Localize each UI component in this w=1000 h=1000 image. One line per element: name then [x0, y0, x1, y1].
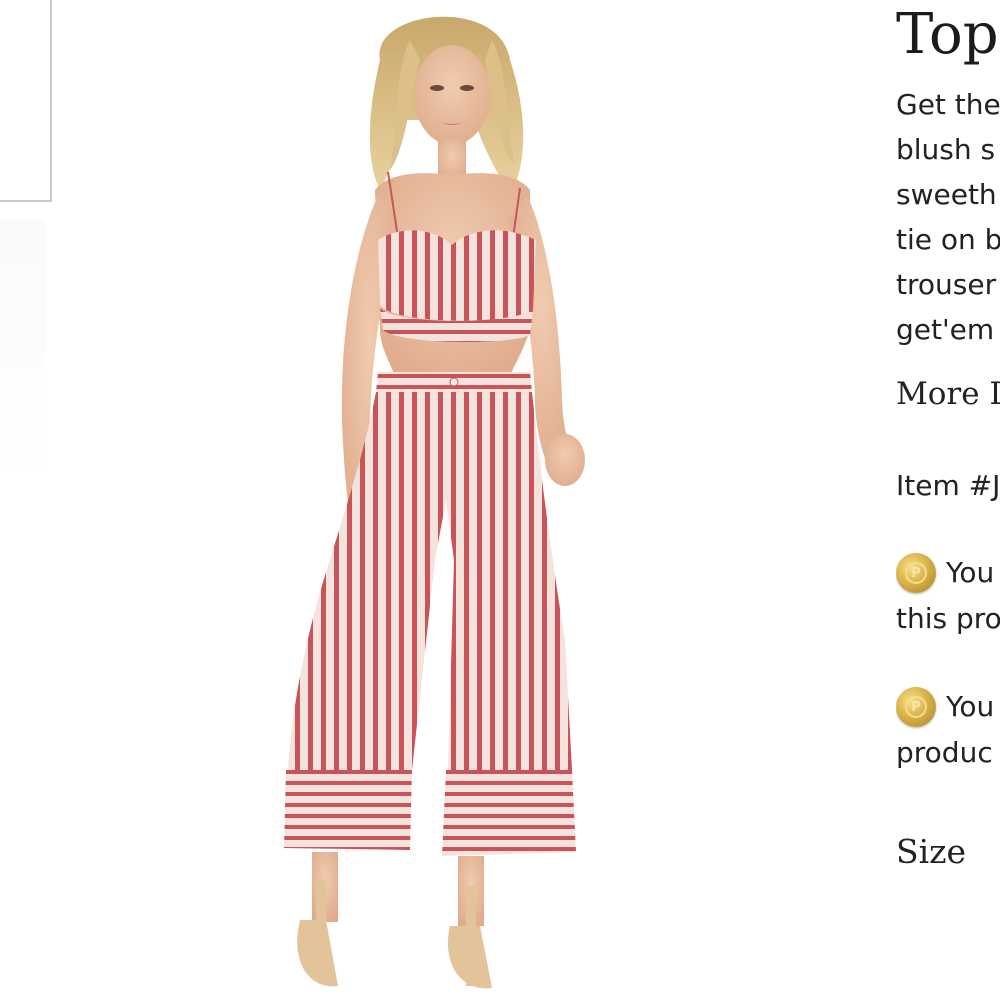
points-text: You: [946, 690, 995, 723]
description-line: get'em: [896, 313, 995, 346]
points-coin-icon: P: [896, 553, 936, 593]
item-number: Item #J: [896, 469, 1000, 502]
product-image[interactable]: [230, 0, 650, 1000]
product-description: Get the blush s sweeth tie on b trouser …: [896, 82, 1000, 352]
product-details: Top Get the blush s sweeth tie on b trou…: [896, 0, 1000, 1000]
product-title: Top: [896, 2, 999, 67]
coin-letter: P: [905, 696, 927, 718]
thumbnail-image[interactable]: [0, 0, 52, 202]
points-text: produc: [896, 736, 993, 769]
coin-letter: P: [905, 562, 927, 584]
description-line: blush s: [896, 133, 996, 166]
description-line: sweeth: [896, 178, 997, 211]
description-line: Get the: [896, 88, 1000, 121]
size-label: Size: [896, 832, 967, 871]
thumbnail-placeholder: [0, 220, 46, 480]
reward-points-info: P You produc: [896, 684, 994, 776]
product-page: Top Get the blush s sweeth tie on b trou…: [0, 0, 1000, 1000]
points-text: this pro: [896, 602, 1000, 635]
description-line: tie on b: [896, 223, 1000, 256]
description-line: trouser: [896, 268, 997, 301]
reward-points-info: P You this pro: [896, 550, 1000, 642]
points-coin-icon: P: [896, 687, 936, 727]
more-details-link[interactable]: More D: [896, 372, 1000, 416]
points-text: You: [946, 556, 995, 589]
